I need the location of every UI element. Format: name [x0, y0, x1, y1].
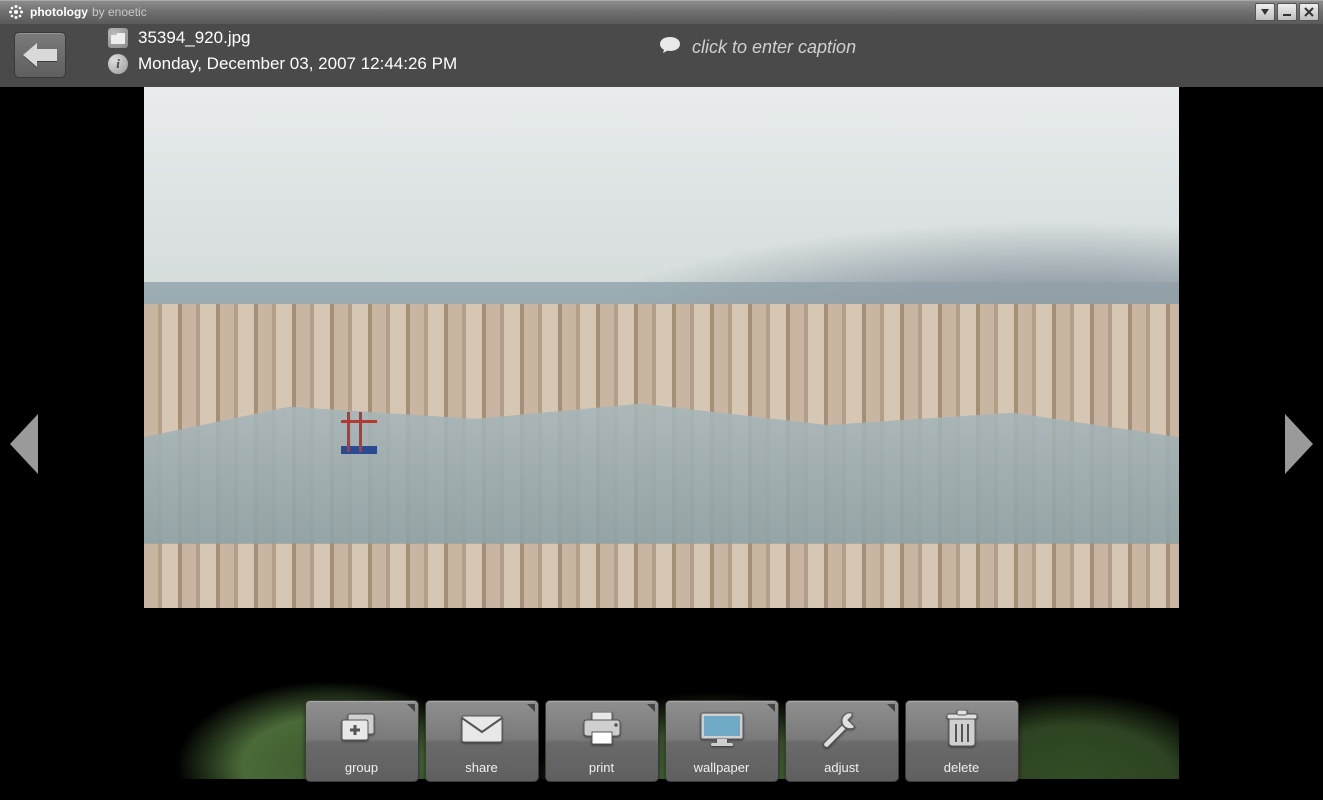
- print-button[interactable]: print: [545, 700, 659, 782]
- app-vendor: by enoetic: [92, 5, 147, 19]
- speech-bubble-icon: [660, 36, 680, 59]
- main: group share print: [0, 87, 1323, 800]
- group-button[interactable]: group: [305, 700, 419, 782]
- adjust-button[interactable]: adjust: [785, 700, 899, 782]
- header: 35394_920.jpg i Monday, December 03, 200…: [0, 24, 1323, 87]
- trash-icon: [945, 701, 979, 756]
- folder-icon: [108, 28, 128, 48]
- caption-input[interactable]: click to enter caption: [660, 36, 856, 59]
- delete-button[interactable]: delete: [905, 700, 1019, 782]
- minimize-button[interactable]: [1277, 3, 1297, 21]
- file-datetime-row[interactable]: i Monday, December 03, 2007 12:44:26 PM: [108, 54, 457, 74]
- file-name-row[interactable]: 35394_920.jpg: [108, 28, 457, 48]
- app-logo-icon: [8, 4, 24, 20]
- monitor-icon: [699, 701, 745, 756]
- share-label: share: [465, 760, 498, 775]
- action-toolbar: group share print: [144, 700, 1179, 782]
- titlebar: photology by enoetic: [0, 0, 1323, 24]
- adjust-label: adjust: [824, 760, 859, 775]
- file-name: 35394_920.jpg: [138, 28, 251, 48]
- back-button[interactable]: [14, 32, 66, 78]
- print-label: print: [589, 760, 614, 775]
- info-icon: i: [108, 54, 128, 74]
- wallpaper-label: wallpaper: [694, 760, 750, 775]
- photo-viewport: [144, 87, 1179, 779]
- delete-label: delete: [944, 760, 979, 775]
- caption-placeholder: click to enter caption: [692, 37, 856, 58]
- close-button[interactable]: [1299, 3, 1319, 21]
- share-button[interactable]: share: [425, 700, 539, 782]
- next-photo-button[interactable]: [1281, 409, 1317, 479]
- file-info: 35394_920.jpg i Monday, December 03, 200…: [108, 24, 457, 87]
- wallpaper-button[interactable]: wallpaper: [665, 700, 779, 782]
- file-datetime: Monday, December 03, 2007 12:44:26 PM: [138, 54, 457, 74]
- envelope-icon: [460, 701, 504, 756]
- window-menu-button[interactable]: [1255, 3, 1275, 21]
- previous-photo-button[interactable]: [6, 409, 42, 479]
- group-label: group: [345, 760, 378, 775]
- printer-icon: [580, 701, 624, 756]
- group-icon: [340, 701, 384, 756]
- photo-image[interactable]: [144, 87, 1179, 779]
- wrench-icon: [822, 701, 862, 756]
- app-name: photology: [30, 5, 88, 19]
